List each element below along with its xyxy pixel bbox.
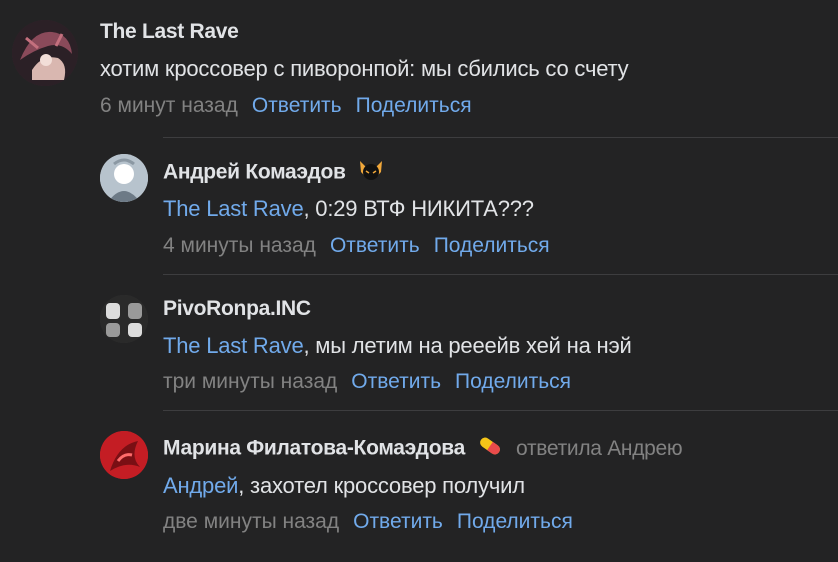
author-name[interactable]: Марина Филатова-Комаэдова <box>163 437 465 460</box>
comment-body: , 0:29 ВТФ НИКИТА??? <box>303 196 534 221</box>
reply-button[interactable]: Ответить <box>351 370 441 393</box>
share-button[interactable]: Поделиться <box>434 234 550 257</box>
mention-link[interactable]: Андрей <box>163 473 238 498</box>
comment-time[interactable]: три минуты назад <box>163 370 337 393</box>
comment-time[interactable]: две минуты назад <box>163 510 339 533</box>
reply-button[interactable]: Ответить <box>330 234 420 257</box>
comment-body: , захотел кроссовер получил <box>238 473 525 498</box>
author-name[interactable]: Андрей Комаэдов <box>163 161 346 184</box>
comment-author[interactable]: PivoRonpa.INC <box>163 297 311 321</box>
comment-3: PivoRonpa.INC The Last Rave, мы летим на… <box>0 275 838 410</box>
comment-text: хотим кроссовер с пиворонпой: мы сбились… <box>100 56 629 81</box>
comment-meta: 6 минут назад Ответить Поделиться <box>100 94 472 118</box>
comment-text: The Last Rave, 0:29 ВТФ НИКИТА??? <box>163 196 534 222</box>
comment-time[interactable]: 6 минут назад <box>100 94 238 117</box>
reply-button[interactable]: Ответить <box>252 94 342 117</box>
share-button[interactable]: Поделиться <box>457 510 573 533</box>
mention-link[interactable]: The Last Rave <box>163 333 304 358</box>
comment-time[interactable]: 4 минуты назад <box>163 234 316 257</box>
mention-link[interactable]: The Last Rave <box>163 196 304 221</box>
comment-text: Андрей, захотел кроссовер получил <box>163 473 525 499</box>
comment-1: The Last Rave хотим кроссовер с пиворонп… <box>0 0 838 135</box>
comment-author: Марина Филатова-Комаэдова ответила Андре… <box>163 435 683 463</box>
comment-meta: три минуты назад Ответить Поделиться <box>163 370 571 394</box>
avatar-image-icon <box>12 20 78 86</box>
comment-meta: две минуты назад Ответить Поделиться <box>163 510 573 534</box>
comment-author[interactable]: The Last Rave <box>100 20 239 44</box>
cat-face-icon <box>357 158 385 188</box>
reply-to-label[interactable]: ответила Андрею <box>516 437 683 460</box>
avatar[interactable] <box>100 295 148 343</box>
share-button[interactable]: Поделиться <box>356 94 472 117</box>
avatar-image-icon <box>100 431 148 479</box>
pill-emoji-icon <box>477 435 503 463</box>
avatar[interactable] <box>100 154 148 202</box>
comment-2: Андрей Комаэдов The Last Rave, 0:29 ВТФ … <box>0 138 838 273</box>
comment-meta: 4 минуты назад Ответить Поделиться <box>163 234 550 258</box>
avatar-image-icon <box>100 295 148 343</box>
avatar[interactable] <box>12 20 78 86</box>
reply-button[interactable]: Ответить <box>353 510 443 533</box>
comment-author: Андрей Комаэдов <box>163 158 385 188</box>
comment-body: , мы летим на рееейв хей на нэй <box>303 333 632 358</box>
comment-text: The Last Rave, мы летим на рееейв хей на… <box>163 333 632 359</box>
comment-4: Марина Филатова-Комаэдова ответила Андре… <box>0 411 838 562</box>
avatar-image-icon <box>100 154 148 202</box>
share-button[interactable]: Поделиться <box>455 370 571 393</box>
avatar[interactable] <box>100 431 148 479</box>
